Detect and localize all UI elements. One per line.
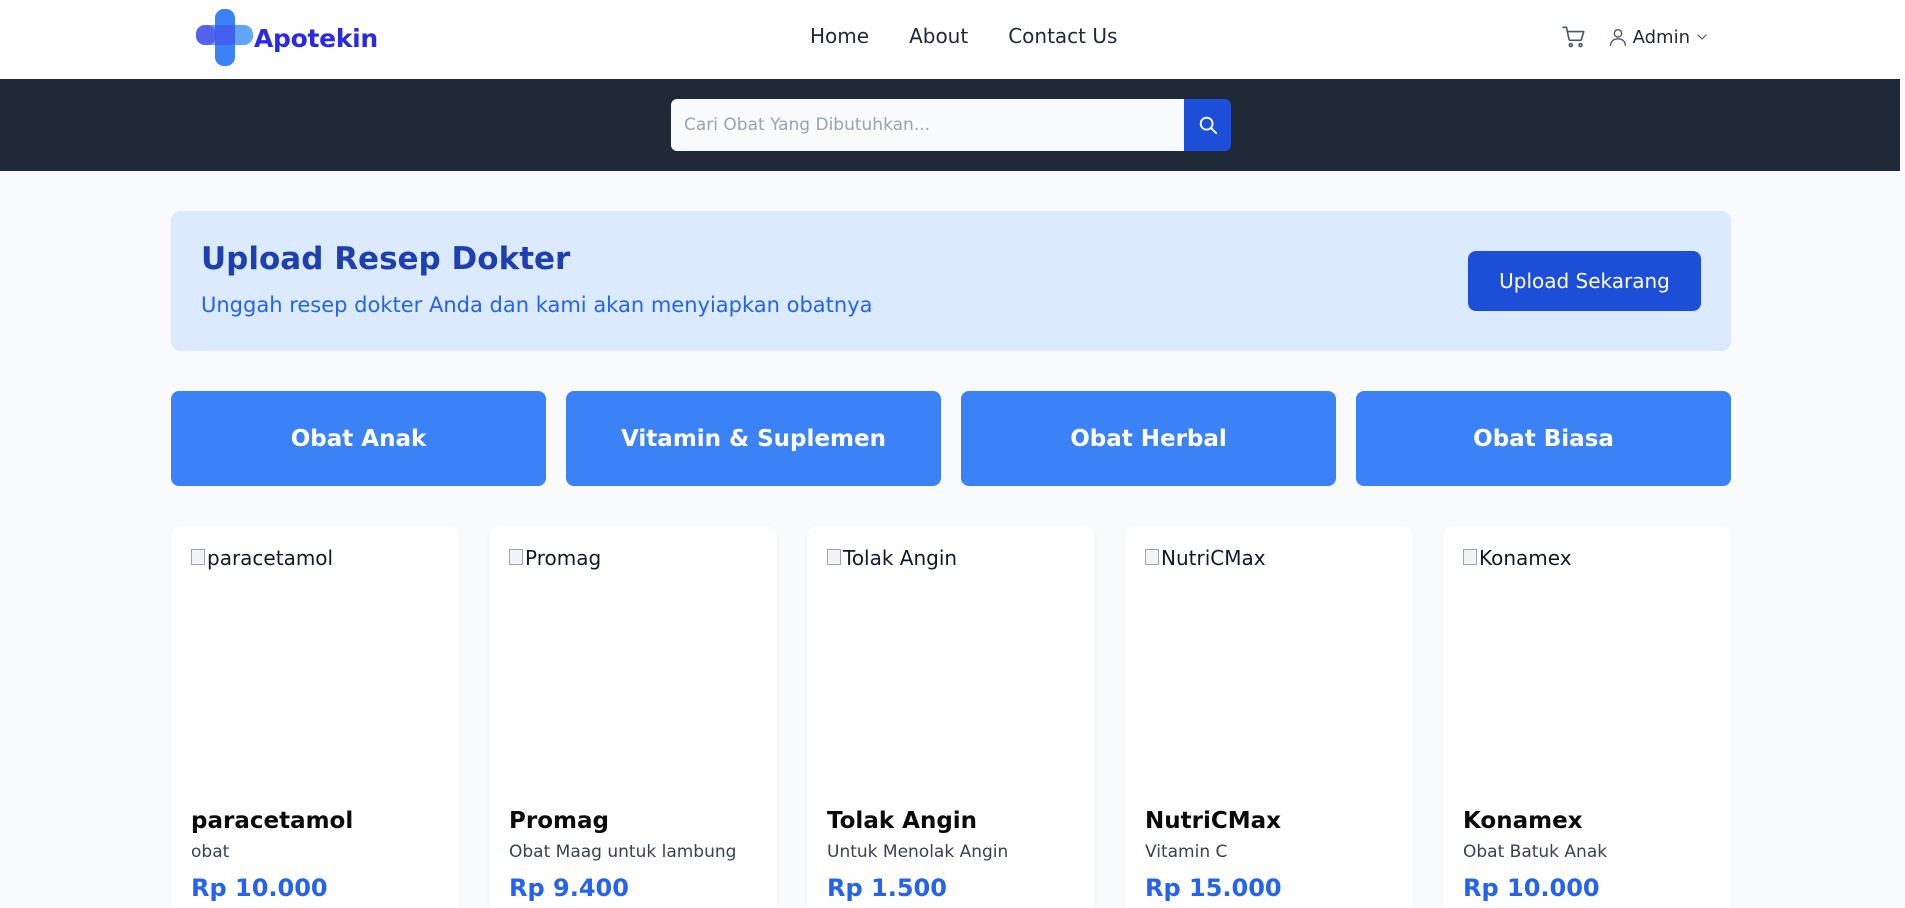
logo[interactable]: Apotekin xyxy=(194,9,378,67)
product-image: Promag xyxy=(509,546,757,776)
header-actions: Admin xyxy=(1561,24,1710,50)
search-form xyxy=(671,99,1231,151)
brand-name: Apotekin xyxy=(254,23,378,53)
product-card[interactable]: NutriCMax NutriCMax Vitamin C Rp 15.000 xyxy=(1125,526,1413,908)
product-price: Rp 15.000 xyxy=(1145,874,1282,902)
top-header: Apotekin Home About Contact Us Admin xyxy=(0,0,1905,79)
product-grid: paracetamol paracetamol obat Rp 10.000 P… xyxy=(171,526,1731,908)
product-image-alt: Promag xyxy=(525,546,602,570)
product-name: NutriCMax xyxy=(1145,808,1281,834)
product-description: obat xyxy=(191,842,230,862)
product-price: Rp 1.500 xyxy=(827,874,947,902)
category-obat-biasa[interactable]: Obat Biasa xyxy=(1356,391,1731,486)
user-icon xyxy=(1607,26,1629,48)
logo-cross-icon xyxy=(194,8,254,68)
product-image: Konamex xyxy=(1463,546,1711,776)
user-name: Admin xyxy=(1632,26,1690,48)
chevron-down-icon xyxy=(1694,29,1710,45)
product-image-alt: Tolak Angin xyxy=(843,546,958,570)
upload-now-button[interactable]: Upload Sekarang xyxy=(1468,251,1701,311)
search-icon xyxy=(1197,114,1219,136)
product-description: Untuk Menolak Angin xyxy=(827,842,1009,862)
product-price: Rp 9.400 xyxy=(509,874,629,902)
nav-about[interactable]: About xyxy=(909,24,968,48)
product-image-alt: NutriCMax xyxy=(1161,546,1266,570)
product-card[interactable]: Promag Promag Obat Maag untuk lambung Rp… xyxy=(489,526,777,908)
product-description: Obat Batuk Anak xyxy=(1463,842,1608,862)
product-image-alt: paracetamol xyxy=(207,546,334,570)
banner-title: Upload Resep Dokter xyxy=(201,241,571,277)
product-name: Tolak Angin xyxy=(827,808,978,834)
category-obat-anak[interactable]: Obat Anak xyxy=(171,391,546,486)
main-nav: Home About Contact Us xyxy=(810,24,1117,48)
product-card[interactable]: Konamex Konamex Obat Batuk Anak Rp 10.00… xyxy=(1443,526,1731,908)
product-price: Rp 10.000 xyxy=(1463,874,1600,902)
broken-image-icon xyxy=(1463,549,1477,565)
category-obat-herbal[interactable]: Obat Herbal xyxy=(961,391,1336,486)
product-card[interactable]: paracetamol paracetamol obat Rp 10.000 xyxy=(171,526,459,908)
product-description: Vitamin C xyxy=(1145,842,1228,862)
banner-subtitle: Unggah resep dokter Anda dan kami akan m… xyxy=(201,293,873,317)
product-name: Konamex xyxy=(1463,808,1583,834)
product-name: Promag xyxy=(509,808,609,834)
cart-icon[interactable] xyxy=(1561,24,1587,50)
nav-home[interactable]: Home xyxy=(810,24,869,48)
product-image: paracetamol xyxy=(191,546,439,776)
broken-image-icon xyxy=(1145,549,1159,565)
product-image: NutriCMax xyxy=(1145,546,1393,776)
upload-prescription-banner: Upload Resep Dokter Unggah resep dokter … xyxy=(171,211,1731,351)
broken-image-icon xyxy=(827,549,841,565)
search-input[interactable] xyxy=(671,99,1184,151)
product-card[interactable]: Tolak Angin Tolak Angin Untuk Menolak An… xyxy=(807,526,1095,908)
category-list: Obat Anak Vitamin & Suplemen Obat Herbal… xyxy=(171,391,1731,486)
product-name: paracetamol xyxy=(191,808,354,834)
broken-image-icon xyxy=(191,549,205,565)
product-image: Tolak Angin xyxy=(827,546,1075,776)
nav-contact-us[interactable]: Contact Us xyxy=(1008,24,1117,48)
search-button[interactable] xyxy=(1184,99,1231,151)
user-menu[interactable]: Admin xyxy=(1607,26,1710,48)
product-price: Rp 10.000 xyxy=(191,874,328,902)
broken-image-icon xyxy=(509,549,523,565)
category-vitamin-suplemen[interactable]: Vitamin & Suplemen xyxy=(566,391,941,486)
product-image-alt: Konamex xyxy=(1479,546,1572,570)
search-bar-section xyxy=(0,79,1900,171)
product-description: Obat Maag untuk lambung xyxy=(509,842,737,862)
